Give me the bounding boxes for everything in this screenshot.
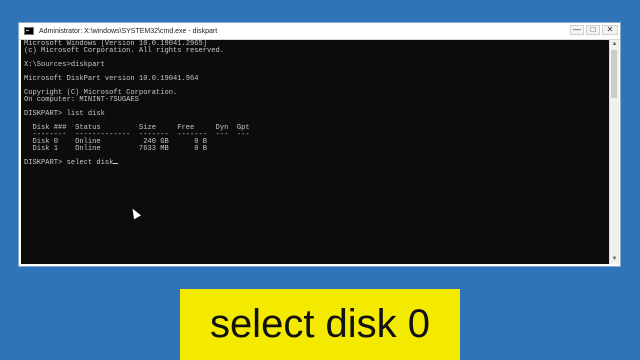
console-line: Microsoft DiskPart version 10.0.19041.96…: [24, 75, 199, 83]
cmd-window: Administrator: X:\windows\SYSTEM32\cmd.e…: [18, 22, 621, 267]
console-line: Disk 1 Online 7633 MB 0 B: [24, 145, 208, 153]
scroll-up-arrow-icon[interactable]: ▲: [610, 40, 619, 49]
scroll-down-arrow-icon[interactable]: ▼: [610, 255, 619, 264]
scroll-thumb[interactable]: [611, 50, 617, 98]
caption-text: select disk 0: [209, 302, 431, 346]
console-line: DISKPART> list disk: [24, 110, 105, 118]
title-bar[interactable]: Administrator: X:\windows\SYSTEM32\cmd.e…: [19, 23, 620, 40]
minimize-button[interactable]: —: [570, 25, 584, 35]
vertical-scrollbar[interactable]: ▲ ▼: [609, 40, 619, 264]
prompt-text: DISKPART> select disk: [24, 159, 114, 167]
console-line: On computer: MININT-7SUGAES: [24, 96, 139, 104]
console-line: (c) Microsoft Corporation. All rights re…: [24, 47, 225, 55]
window-controls: — □ ✕: [570, 25, 618, 35]
maximize-button[interactable]: □: [586, 25, 600, 35]
window-title: Administrator: X:\windows\SYSTEM32\cmd.e…: [39, 27, 218, 35]
caption-banner: select disk 0: [180, 289, 460, 360]
cmd-icon: [24, 27, 34, 35]
console-prompt-line[interactable]: DISKPART> select disk: [24, 159, 119, 167]
text-cursor: [113, 163, 119, 164]
console-output[interactable]: Microsoft Windows [Version 10.0.19041.29…: [21, 40, 609, 264]
close-button[interactable]: ✕: [602, 25, 618, 35]
console-line: X:\Sources>diskpart: [24, 61, 105, 69]
